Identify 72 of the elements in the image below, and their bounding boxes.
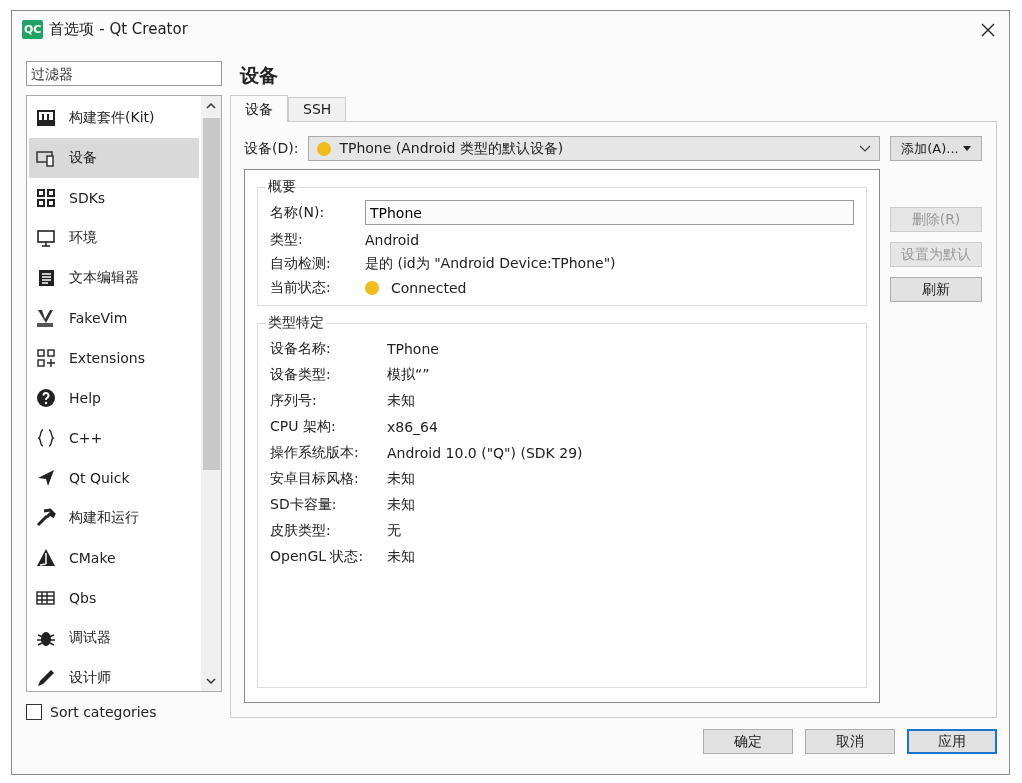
field-label: OpenGL 状态: [270,548,365,566]
field-label: 安卓目标风格: [270,470,360,488]
group-title: 类型特定 [267,314,325,332]
field-value: 未知 [387,470,416,488]
field-label: 自动检测: [270,255,332,273]
field-value: TPhone [387,341,440,357]
field-label: 名称(N): [270,203,326,222]
status-dot-icon [317,141,332,156]
scrollbar[interactable] [201,96,221,691]
field-value: 未知 [387,392,416,410]
field-label: 操作系统版本: [270,444,360,462]
sidebar-item[interactable]: Extensions [29,338,199,378]
sidebar-item[interactable]: SDKs [29,178,199,218]
checkbox-label: Sort categories [50,704,157,720]
sidebar-item[interactable]: FakeVim [29,298,199,338]
device-label: 设备(D): [244,139,299,158]
hammer-icon [35,507,57,529]
name-field[interactable]: TPhone [365,200,854,225]
field-value: Android [365,232,421,248]
sidebar-item[interactable]: 设备 [29,138,199,178]
filter-field[interactable]: 过滤器 [26,61,222,86]
sidebar-item[interactable]: CMake [29,538,199,578]
field-label: 设备名称: [270,340,332,358]
field-value: 模拟“” [387,366,431,384]
status-dot-icon [365,281,379,295]
sidebar-item[interactable]: 构建套件(Kit) [29,98,199,138]
monitor-icon [35,227,57,249]
app-logo: QC [22,20,44,39]
braces-icon [35,427,57,449]
sidebar-item[interactable]: 设计师 [29,658,199,691]
sidebar-item[interactable]: 构建和运行 [29,498,199,538]
dialog-button[interactable]: 应用 [907,729,997,754]
close-icon[interactable] [981,22,995,37]
group-title: 概要 [267,178,297,196]
sidebar-item[interactable]: Help [29,378,199,418]
grid-icon [35,187,57,209]
field-value: 无 [387,522,402,540]
field-value: 是的 (id为 "Android Device:TPhone") [365,255,617,273]
tab[interactable]: 设备 [230,95,288,122]
tab[interactable]: SSH [288,97,347,121]
window-title: 首选项 - Qt Creator [49,20,189,39]
add-button[interactable]: 添加(A)... [890,136,982,161]
device-dropdown[interactable]: TPhone (Android 类型的默认设备) [308,136,880,161]
sidebar-item[interactable]: 调试器 [29,618,199,658]
field-label: 类型: [270,231,304,249]
field-value: x86_64 [387,419,439,435]
field-value: 未知 [387,548,416,566]
status-value: Connected [391,280,467,296]
field-value: Android 10.0 ("Q") (SDK 29) [387,445,584,461]
checkbox[interactable] [26,704,42,720]
page-title: 设备 [238,63,279,88]
sidebar-item[interactable]: 环境 [29,218,199,258]
field-label: 皮肤类型: [270,522,332,540]
action-button[interactable]: 刷新 [890,277,982,302]
pen-icon [35,667,57,689]
field-label: CPU 架构: [270,418,337,436]
scroll-up-icon[interactable] [206,102,216,110]
field-label: 序列号: [270,392,318,410]
sidebar-item[interactable]: Qt Quick [29,458,199,498]
dialog-button[interactable]: 确定 [703,729,793,754]
field-label: 设备类型: [270,366,332,384]
help-icon [35,387,57,409]
field-value: 未知 [387,496,416,514]
scroll-down-icon[interactable] [206,677,216,685]
chevron-down-icon [859,144,871,153]
sidebar-item[interactable]: 文本编辑器 [29,258,199,298]
field-label: SD卡容量: [270,496,338,514]
sidebar-item[interactable]: Qbs [29,578,199,618]
caret-icon [962,146,971,151]
dialog-button[interactable]: 取消 [805,729,895,754]
field-label: 当前状态: [270,279,332,297]
sidebar-item[interactable]: C++ [29,418,199,458]
